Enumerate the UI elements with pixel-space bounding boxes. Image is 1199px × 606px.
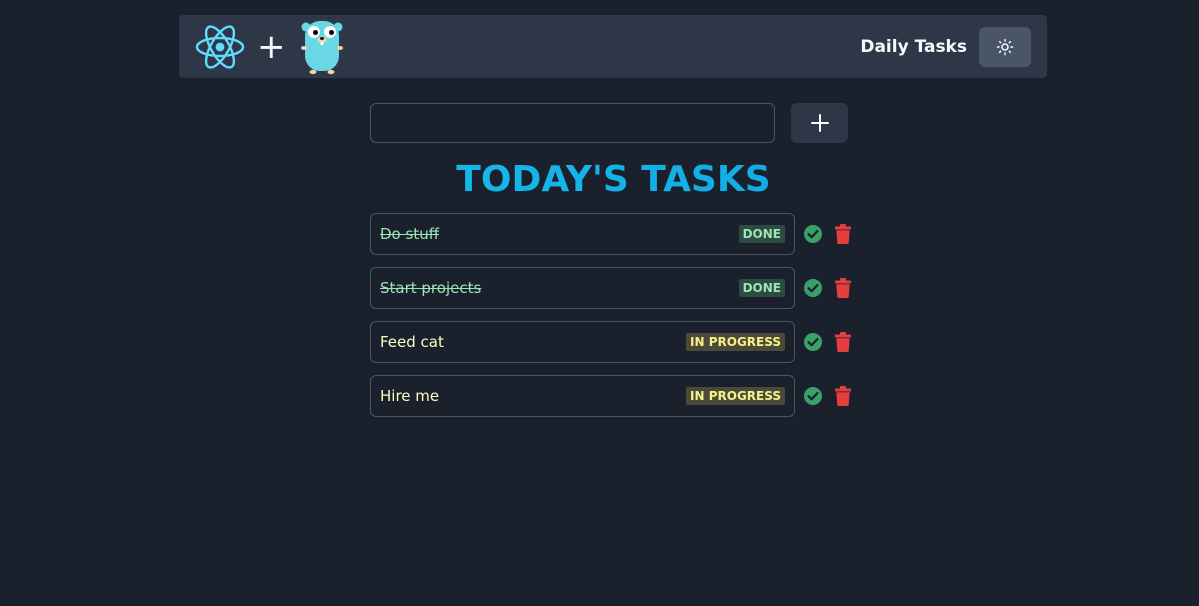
logo-group: + xyxy=(195,15,344,78)
task-item[interactable]: Feed cat IN PROGRESS xyxy=(370,321,795,363)
task-text: Do stuff xyxy=(380,225,440,243)
react-icon xyxy=(195,24,245,69)
status-badge: DONE xyxy=(738,279,785,297)
task-row: Feed cat IN PROGRESS xyxy=(370,321,853,363)
status-badge: IN PROGRESS xyxy=(686,333,785,351)
complete-check-icon[interactable] xyxy=(803,278,823,298)
task-row: Do stuff DONE xyxy=(370,213,853,255)
task-row: Hire me IN PROGRESS xyxy=(370,375,853,417)
task-text: Feed cat xyxy=(380,333,444,351)
gopher-icon xyxy=(300,20,343,74)
plus-icon xyxy=(810,114,829,132)
complete-check-icon[interactable] xyxy=(803,332,823,352)
complete-check-icon[interactable] xyxy=(803,386,823,406)
plus-sign: + xyxy=(257,26,286,67)
complete-check-icon[interactable] xyxy=(803,224,823,244)
delete-trash-icon[interactable] xyxy=(833,278,853,298)
navbar: + Daily Tasks xyxy=(179,15,1047,78)
new-task-input[interactable] xyxy=(370,103,775,143)
task-text: Hire me xyxy=(380,387,440,405)
delete-trash-icon[interactable] xyxy=(833,224,853,244)
status-badge: IN PROGRESS xyxy=(686,387,785,405)
task-row: Start projects DONE xyxy=(370,267,853,309)
page-heading: TODAY'S TASKS xyxy=(0,158,1199,202)
delete-trash-icon[interactable] xyxy=(833,386,853,406)
add-task-button[interactable] xyxy=(791,103,848,143)
task-item[interactable]: Start projects DONE xyxy=(370,267,795,309)
task-item[interactable]: Hire me IN PROGRESS xyxy=(370,375,795,417)
task-item[interactable]: Do stuff DONE xyxy=(370,213,795,255)
delete-trash-icon[interactable] xyxy=(833,332,853,352)
task-text: Start projects xyxy=(380,279,482,297)
nav-title: Daily Tasks xyxy=(860,36,967,57)
sun-icon xyxy=(996,38,1014,55)
status-badge: DONE xyxy=(738,225,785,243)
task-list: Do stuff DONE Start projects DONE Feed c… xyxy=(370,213,853,429)
theme-toggle-button[interactable] xyxy=(979,26,1031,67)
add-task-row xyxy=(370,103,848,143)
